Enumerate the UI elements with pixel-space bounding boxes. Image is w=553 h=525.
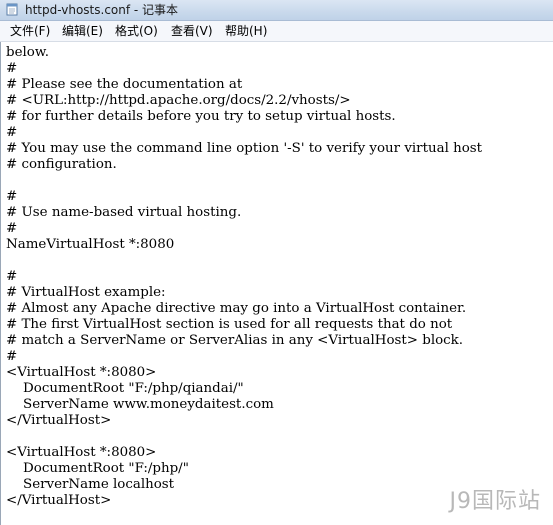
menu-format[interactable]: 格式(O)	[111, 22, 162, 40]
text-line: # configuration.	[6, 157, 117, 172]
text-line: # for further details before you try to …	[6, 109, 396, 124]
menu-bar: 文件(F) 编辑(E) 格式(O) 查看(V) 帮助(H)	[0, 21, 553, 42]
text-line: # You may use the command line option '-…	[6, 141, 483, 156]
menu-file[interactable]: 文件(F)	[6, 22, 54, 40]
text-line: # <URL:http://httpd.apache.org/docs/2.2/…	[6, 93, 351, 108]
text-line: DocumentRoot "F:/php/qiandai/"	[6, 381, 244, 396]
text-line: # The first VirtualHost section is used …	[6, 317, 453, 332]
text-line: # match a ServerName or ServerAlias in a…	[6, 333, 464, 348]
text-line: # Please see the documentation at	[6, 77, 243, 92]
text-line: #	[6, 125, 18, 140]
text-line: # Use name-based virtual hosting.	[6, 205, 242, 220]
text-line: </VirtualHost>	[6, 413, 112, 428]
text-line: ServerName localhost	[6, 477, 175, 492]
text-line: #	[6, 221, 18, 236]
notepad-window: httpd-vhosts.conf - 记事本 文件(F) 编辑(E) 格式(O…	[0, 0, 553, 525]
text-line: NameVirtualHost *:8080	[6, 237, 175, 252]
menu-help[interactable]: 帮助(H)	[221, 22, 271, 40]
menu-view[interactable]: 查看(V)	[167, 22, 217, 40]
text-editor[interactable]: below. # # Please see the documentation at…	[0, 42, 553, 525]
text-line: # Almost any Apache directive may go int…	[6, 301, 467, 316]
title-bar[interactable]: httpd-vhosts.conf - 记事本	[0, 0, 553, 21]
text-line: <VirtualHost *:8080>	[6, 365, 157, 380]
text-line: DocumentRoot "F:/php/"	[6, 461, 189, 476]
notepad-icon	[6, 3, 18, 16]
watermark-text: J9国际站	[449, 489, 541, 514]
text-line: </VirtualHost>	[6, 493, 112, 508]
text-line: below.	[6, 45, 49, 60]
menu-edit[interactable]: 编辑(E)	[58, 22, 107, 40]
text-line: #	[6, 349, 18, 364]
text-line: #	[6, 61, 18, 76]
text-line: ServerName www.moneydaitest.com	[6, 397, 274, 412]
window-title: httpd-vhosts.conf - 记事本	[25, 3, 179, 17]
text-line: #	[6, 269, 18, 284]
text-line: # VirtualHost example:	[6, 285, 166, 300]
text-line: #	[6, 189, 18, 204]
text-line: <VirtualHost *:8080>	[6, 445, 157, 460]
